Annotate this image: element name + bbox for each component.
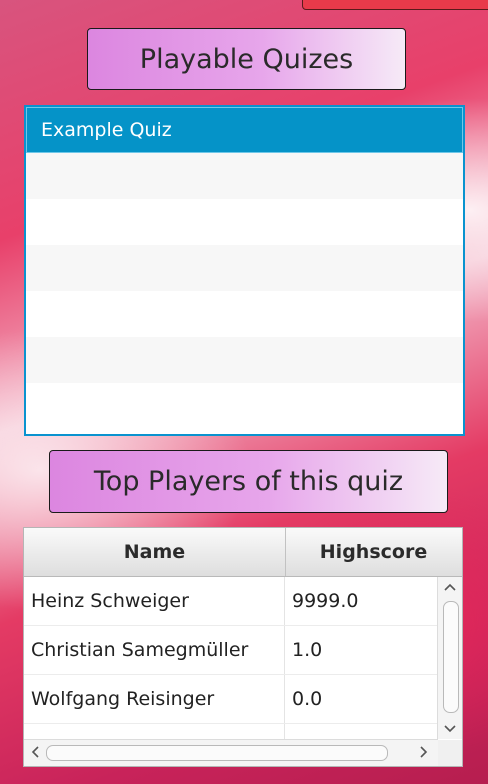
- column-header-name[interactable]: Name: [24, 528, 286, 576]
- table-row[interactable]: Christian Samegmüller 1.0: [24, 626, 462, 675]
- top-strip: [302, 0, 488, 10]
- quiz-list-empty-row: [26, 383, 463, 429]
- quiz-list-empty-row: [26, 245, 463, 291]
- vertical-scrollbar[interactable]: [437, 577, 462, 739]
- chevron-right-icon[interactable]: [419, 746, 429, 761]
- highscore-cell: 9999.0: [292, 590, 359, 612]
- scrollbar-corner: [438, 740, 462, 766]
- top-players-title: Top Players of this quiz: [49, 450, 448, 513]
- column-header-highscore[interactable]: Highscore: [286, 528, 461, 576]
- chevron-left-icon[interactable]: [30, 746, 40, 761]
- playable-quizes-title: Playable Quizes: [87, 28, 406, 90]
- quiz-list-empty-row: [26, 153, 463, 199]
- horizontal-scroll-thumb[interactable]: [46, 745, 388, 761]
- quiz-list[interactable]: Example Quiz: [24, 105, 465, 436]
- highscore-cell: 1.0: [292, 639, 323, 661]
- table-row[interactable]: Wolfgang Reisinger 0.0: [24, 675, 462, 724]
- quiz-list-empty-row: [26, 291, 463, 337]
- horizontal-scrollbar[interactable]: [24, 739, 438, 766]
- quiz-list-empty-row: [26, 199, 463, 245]
- player-name-cell: Christian Samegmüller: [24, 626, 285, 674]
- player-name-cell: Wolfgang Reisinger: [24, 675, 285, 723]
- chevron-down-icon[interactable]: [444, 723, 456, 737]
- player-name-cell: Heinz Schweiger: [24, 577, 285, 625]
- chevron-up-icon[interactable]: [444, 581, 456, 595]
- table-row[interactable]: Heinz Schweiger 9999.0: [24, 577, 462, 626]
- highscore-cell: 0.0: [292, 688, 323, 710]
- table-header: Name Highscore: [24, 528, 462, 577]
- quiz-list-empty-row: [26, 337, 463, 383]
- vertical-scroll-thumb[interactable]: [443, 601, 459, 713]
- highscore-table[interactable]: Name Highscore Heinz Schweiger 9999.0 Ch…: [23, 527, 463, 767]
- quiz-list-item[interactable]: Example Quiz: [26, 107, 463, 153]
